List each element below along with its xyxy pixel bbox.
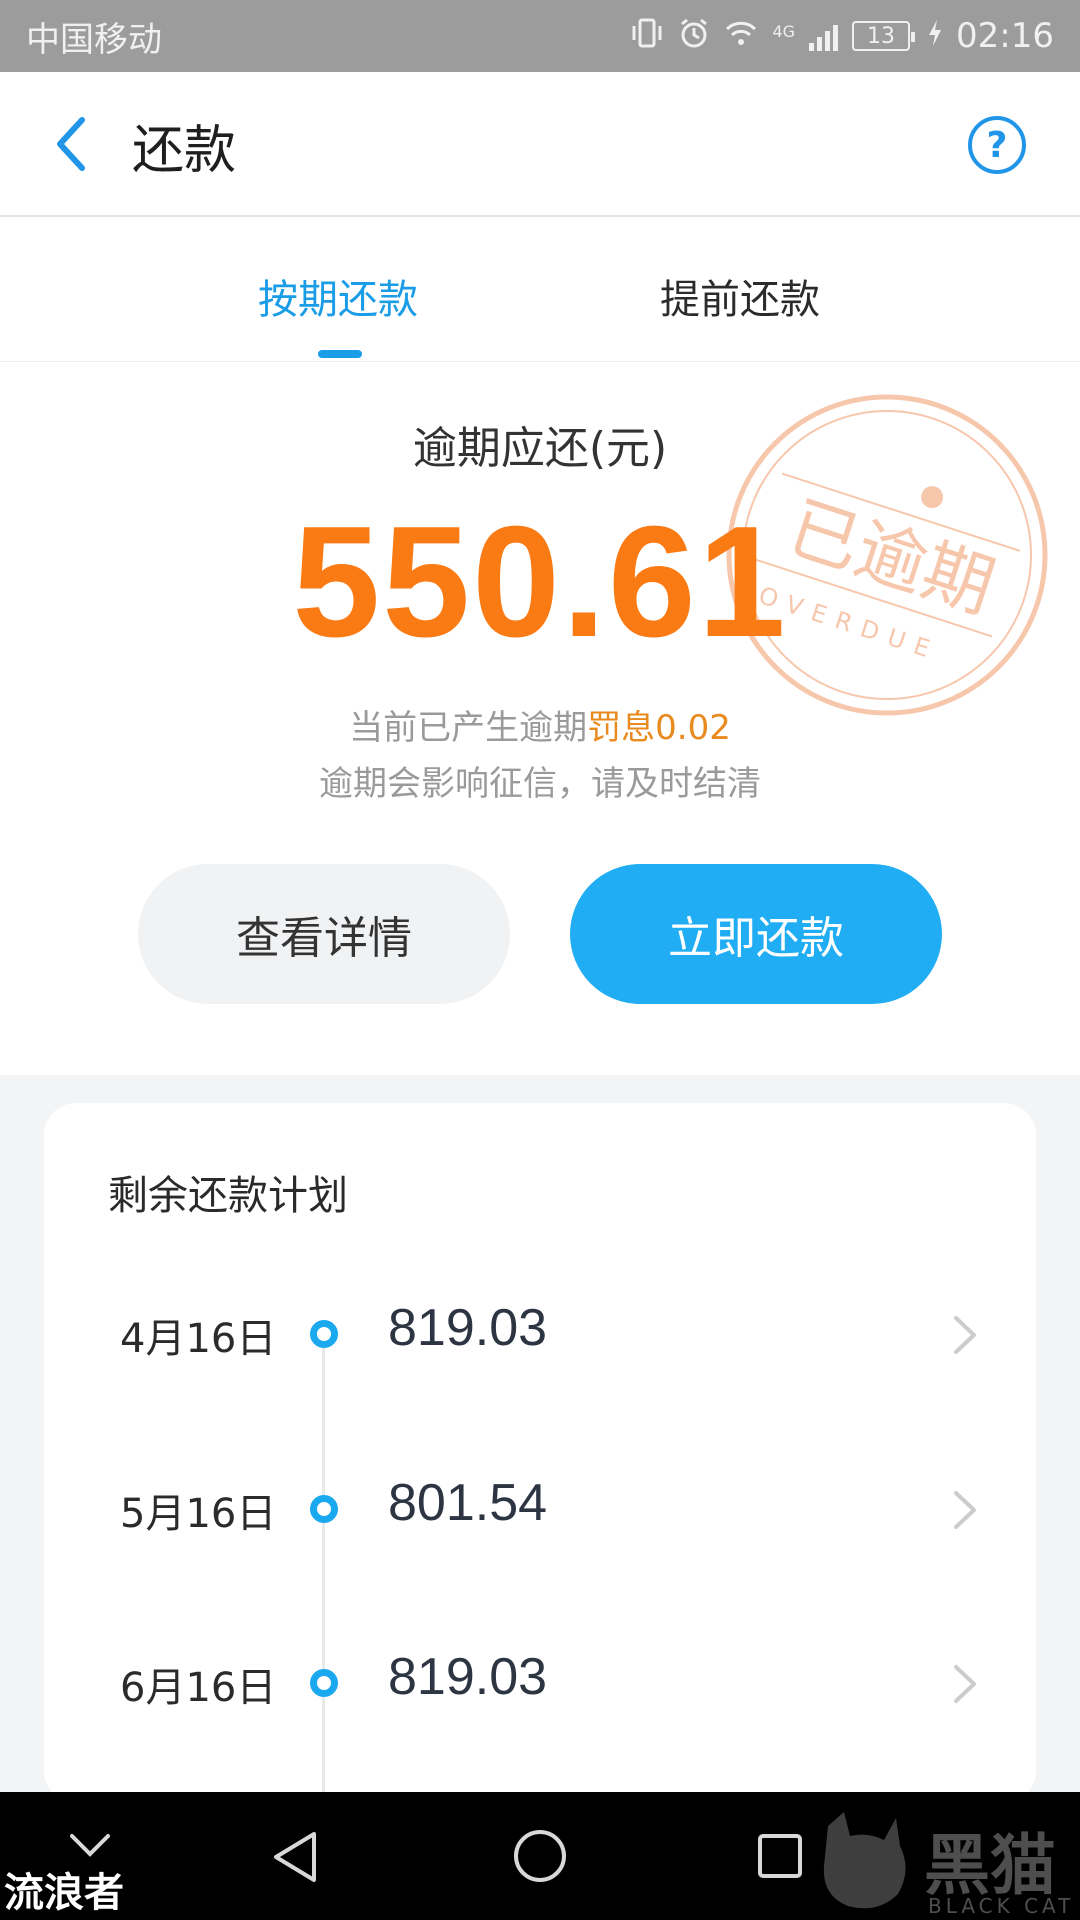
plan-amount: 819.03	[388, 1299, 548, 1357]
active-tab-indicator	[318, 350, 362, 358]
overdue-amount: 550.61	[292, 494, 788, 670]
status-bar: 中国移动 4G 13 02:16	[0, 0, 1080, 72]
pay-now-button[interactable]: 立即还款	[570, 864, 942, 1004]
plan-date: 6月16日	[120, 1665, 277, 1711]
penalty-prefix: 当前已产生逾期	[349, 708, 588, 748]
clock: 02:16	[956, 16, 1054, 56]
overdue-amount-label: 逾期应还(元)	[412, 423, 668, 474]
chevron-right-icon	[954, 1491, 976, 1529]
chevron-right-icon	[954, 1316, 976, 1354]
question-icon: ?	[986, 124, 1008, 166]
plan-title: 剩余还款计划	[108, 1173, 348, 1219]
plan-row[interactable]: 6月16日 819.03	[44, 1625, 1036, 1745]
system-nav-bar	[0, 1792, 1080, 1920]
plan-date: 5月16日	[120, 1491, 277, 1537]
wifi-icon	[724, 18, 758, 54]
chevron-right-icon	[954, 1665, 976, 1703]
tab-scheduled-repayment[interactable]: 按期还款	[258, 267, 418, 325]
overdue-summary: 已逾期 OVERDUE 逾期应还(元) 550.61 当前已产生逾期罚息0.02…	[0, 362, 1080, 1075]
status-icons: 4G 13 02:16	[630, 16, 1054, 56]
watermark-left: 流浪者	[4, 1870, 124, 1916]
back-triangle-icon[interactable]	[270, 1830, 320, 1884]
alarm-icon	[678, 17, 710, 55]
repayment-plan-card: 剩余还款计划 4月16日 819.03 5月16日 801.54 6月16日 8…	[44, 1103, 1036, 1803]
plan-row[interactable]: 5月16日 801.54	[44, 1451, 1036, 1571]
battery-level: 13	[867, 23, 896, 49]
penalty-amount: 罚息0.02	[587, 708, 731, 748]
plan-date: 4月16日	[120, 1316, 277, 1362]
vibrate-icon	[630, 17, 664, 55]
credit-warning: 逾期会影响征信，请及时结清	[319, 764, 761, 804]
signal-icon	[809, 21, 839, 51]
chevron-left-icon	[57, 117, 85, 171]
network-type: 4G	[772, 22, 796, 41]
tab-early-repayment[interactable]: 提前还款	[660, 267, 820, 325]
app-header: 还款 ?	[0, 72, 1080, 217]
recent-square-icon[interactable]	[756, 1832, 804, 1880]
view-details-button[interactable]: 查看详情	[138, 864, 510, 1004]
plan-row[interactable]: 4月16日 819.03	[44, 1276, 1036, 1396]
timeline-dot-icon	[310, 1669, 338, 1697]
charging-icon	[928, 19, 942, 53]
home-circle-icon[interactable]	[512, 1828, 568, 1884]
help-button[interactable]: ?	[968, 116, 1026, 174]
plan-amount: 819.03	[388, 1648, 548, 1706]
carrier-name: 中国移动	[26, 19, 162, 60]
repayment-tabs: 按期还款 提前还款	[0, 217, 1080, 362]
timeline-dot-icon	[310, 1320, 338, 1348]
back-button[interactable]	[40, 114, 100, 174]
plan-amount: 801.54	[388, 1474, 548, 1532]
chevron-down-icon[interactable]	[68, 1830, 112, 1860]
page-title: 还款	[132, 121, 237, 181]
penalty-notice: 当前已产生逾期罚息0.02	[0, 700, 1080, 749]
timeline-dot-icon	[310, 1495, 338, 1523]
battery-icon: 13	[852, 21, 916, 51]
